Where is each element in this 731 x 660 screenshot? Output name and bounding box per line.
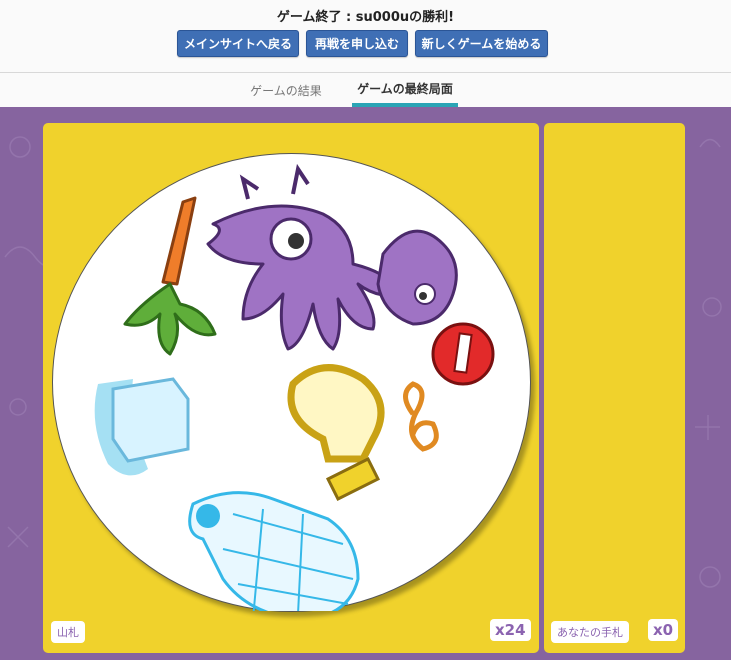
game-over-title: ゲーム終了 : su000uの勝利! xyxy=(276,10,455,25)
game-board: 山札 x24 あなたの手札 x0 xyxy=(0,107,731,660)
ice-cube-icon[interactable] xyxy=(94,377,190,476)
rematch-button[interactable]: 再戦を申し込む xyxy=(306,30,408,57)
purple-hand-monster-icon[interactable] xyxy=(206,163,400,351)
pile-count: x24 xyxy=(490,619,531,641)
glass-bottle-icon[interactable] xyxy=(188,491,360,611)
lightbulb-icon[interactable] xyxy=(287,364,385,502)
tab-bar: ゲームの結果 ゲームの最終局面 xyxy=(0,72,731,107)
tab-final-state[interactable]: ゲームの最終局面 xyxy=(352,73,458,107)
top-bar: ゲーム終了 : su000uの勝利! メインサイトへ戻る 再戦を申し込む 新しく… xyxy=(0,0,731,72)
treble-clef-icon[interactable] xyxy=(403,381,439,452)
hand-panel: あなたの手札 x0 xyxy=(544,123,685,653)
main-site-button[interactable]: メインサイトへ戻る xyxy=(177,30,299,57)
hand-label: あなたの手札 xyxy=(551,621,629,643)
new-game-button[interactable]: 新しくゲームを始める xyxy=(415,30,548,57)
purple-bird-icon[interactable] xyxy=(376,229,458,326)
no-entry-sign-icon[interactable] xyxy=(431,322,495,386)
spot-card[interactable] xyxy=(52,153,531,612)
hand-count: x0 xyxy=(648,619,679,641)
carrot-icon[interactable] xyxy=(123,196,217,356)
tab-results[interactable]: ゲームの結果 xyxy=(240,73,332,107)
pile-panel: 山札 x24 xyxy=(43,123,539,653)
pile-label: 山札 xyxy=(51,621,85,643)
